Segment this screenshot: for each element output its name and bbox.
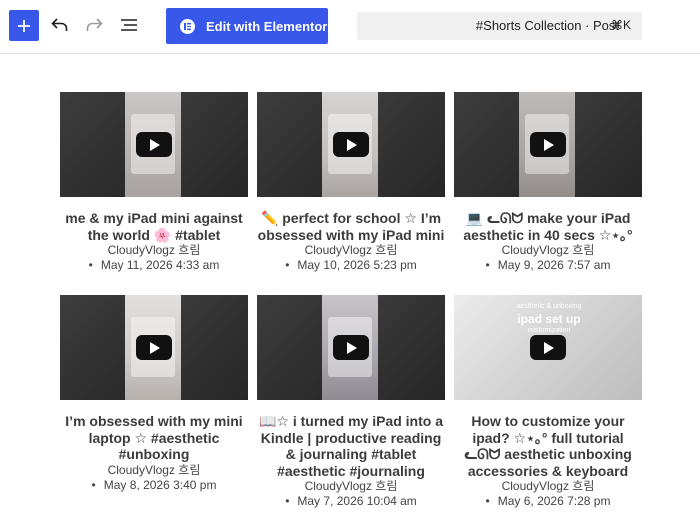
elementor-logo-icon — [180, 18, 195, 34]
video-thumbnail[interactable]: aesthetic & unboxing ipad set up customi… — [454, 295, 642, 400]
play-button[interactable] — [333, 335, 369, 360]
play-button[interactable] — [530, 132, 566, 157]
video-thumbnail[interactable] — [257, 295, 445, 400]
edit-with-elementor-button[interactable]: Edit with Elementor — [166, 8, 328, 44]
block-inserter-button[interactable] — [9, 10, 39, 41]
video-title[interactable]: me & my iPad mini against the world 🌸 #t… — [60, 210, 248, 243]
play-button[interactable] — [136, 335, 172, 360]
editor-toolbar: Edit with Elementor #Shorts Collection ·… — [0, 0, 700, 54]
play-button[interactable] — [136, 132, 172, 157]
play-button[interactable] — [333, 132, 369, 157]
play-icon — [347, 341, 357, 354]
video-title[interactable]: 📖☆ i turned my iPad into a Kindle | prod… — [257, 413, 445, 479]
redo-button[interactable] — [81, 12, 107, 38]
play-icon — [150, 138, 160, 151]
video-date: • May 10, 2026 5:23 pm — [285, 258, 417, 272]
video-author: CloudyVlogz 흐림 — [501, 479, 595, 493]
video-author: CloudyVlogz 흐림 — [304, 243, 398, 257]
play-icon — [347, 138, 357, 151]
video-card[interactable]: me & my iPad mini against the world 🌸 #t… — [60, 92, 248, 273]
elementor-button-label: Edit with Elementor — [206, 18, 328, 34]
command-shortcut: ⌘K — [610, 18, 631, 32]
video-thumbnail[interactable] — [60, 92, 248, 197]
video-author: CloudyVlogz 흐림 — [501, 243, 595, 257]
video-date: • May 7, 2026 10:04 am — [285, 494, 417, 508]
video-card[interactable]: 📖☆ i turned my iPad into a Kindle | prod… — [257, 295, 445, 509]
video-title[interactable]: 💻 ᓚᘏᗢ make your iPad aesthetic in 40 sec… — [454, 210, 642, 243]
video-date: • May 8, 2026 3:40 pm — [91, 477, 217, 492]
play-icon — [544, 341, 554, 354]
command-palette-bar[interactable]: #Shorts Collection · Post ⌘K — [357, 12, 642, 40]
video-thumbnail[interactable] — [257, 92, 445, 197]
document-title: #Shorts Collection · Post — [475, 18, 619, 33]
video-card[interactable]: aesthetic & unboxing ipad set up customi… — [454, 295, 642, 509]
play-button[interactable] — [530, 335, 566, 360]
play-icon — [544, 138, 554, 151]
thumbnail-overlay-text: aesthetic & unboxing ipad set up customi… — [516, 303, 582, 334]
video-title[interactable]: ✏️ perfect for school ☆ I’m obsessed wit… — [257, 210, 445, 243]
video-thumbnail[interactable] — [454, 92, 642, 197]
play-icon — [150, 341, 160, 354]
video-date: • May 6, 2026 7:28 pm — [485, 494, 611, 508]
video-thumbnail[interactable] — [60, 295, 248, 400]
redo-icon — [86, 18, 103, 31]
video-card[interactable]: 💻 ᓚᘏᗢ make your iPad aesthetic in 40 sec… — [454, 92, 642, 273]
list-view-button[interactable] — [116, 12, 142, 38]
plus-icon — [18, 19, 30, 32]
video-author: CloudyVlogz 흐림 — [304, 479, 398, 493]
video-date: • May 9, 2026 7:57 am — [485, 258, 611, 272]
video-author: CloudyVlogz 흐림 — [107, 243, 201, 257]
video-title[interactable]: How to customize your ipad? ☆⋆｡° full tu… — [454, 413, 642, 479]
undo-button[interactable] — [47, 12, 73, 38]
list-view-icon — [121, 19, 137, 31]
video-title[interactable]: I’m obsessed with my mini laptop ☆ #aest… — [60, 413, 248, 463]
video-date: • May 11, 2026 4:33 am — [88, 258, 220, 272]
video-card[interactable]: ✏️ perfect for school ☆ I’m obsessed wit… — [257, 92, 445, 273]
video-card[interactable]: I’m obsessed with my mini laptop ☆ #aest… — [60, 295, 248, 493]
video-author: CloudyVlogz 흐림 — [107, 462, 201, 477]
undo-icon — [51, 18, 68, 31]
